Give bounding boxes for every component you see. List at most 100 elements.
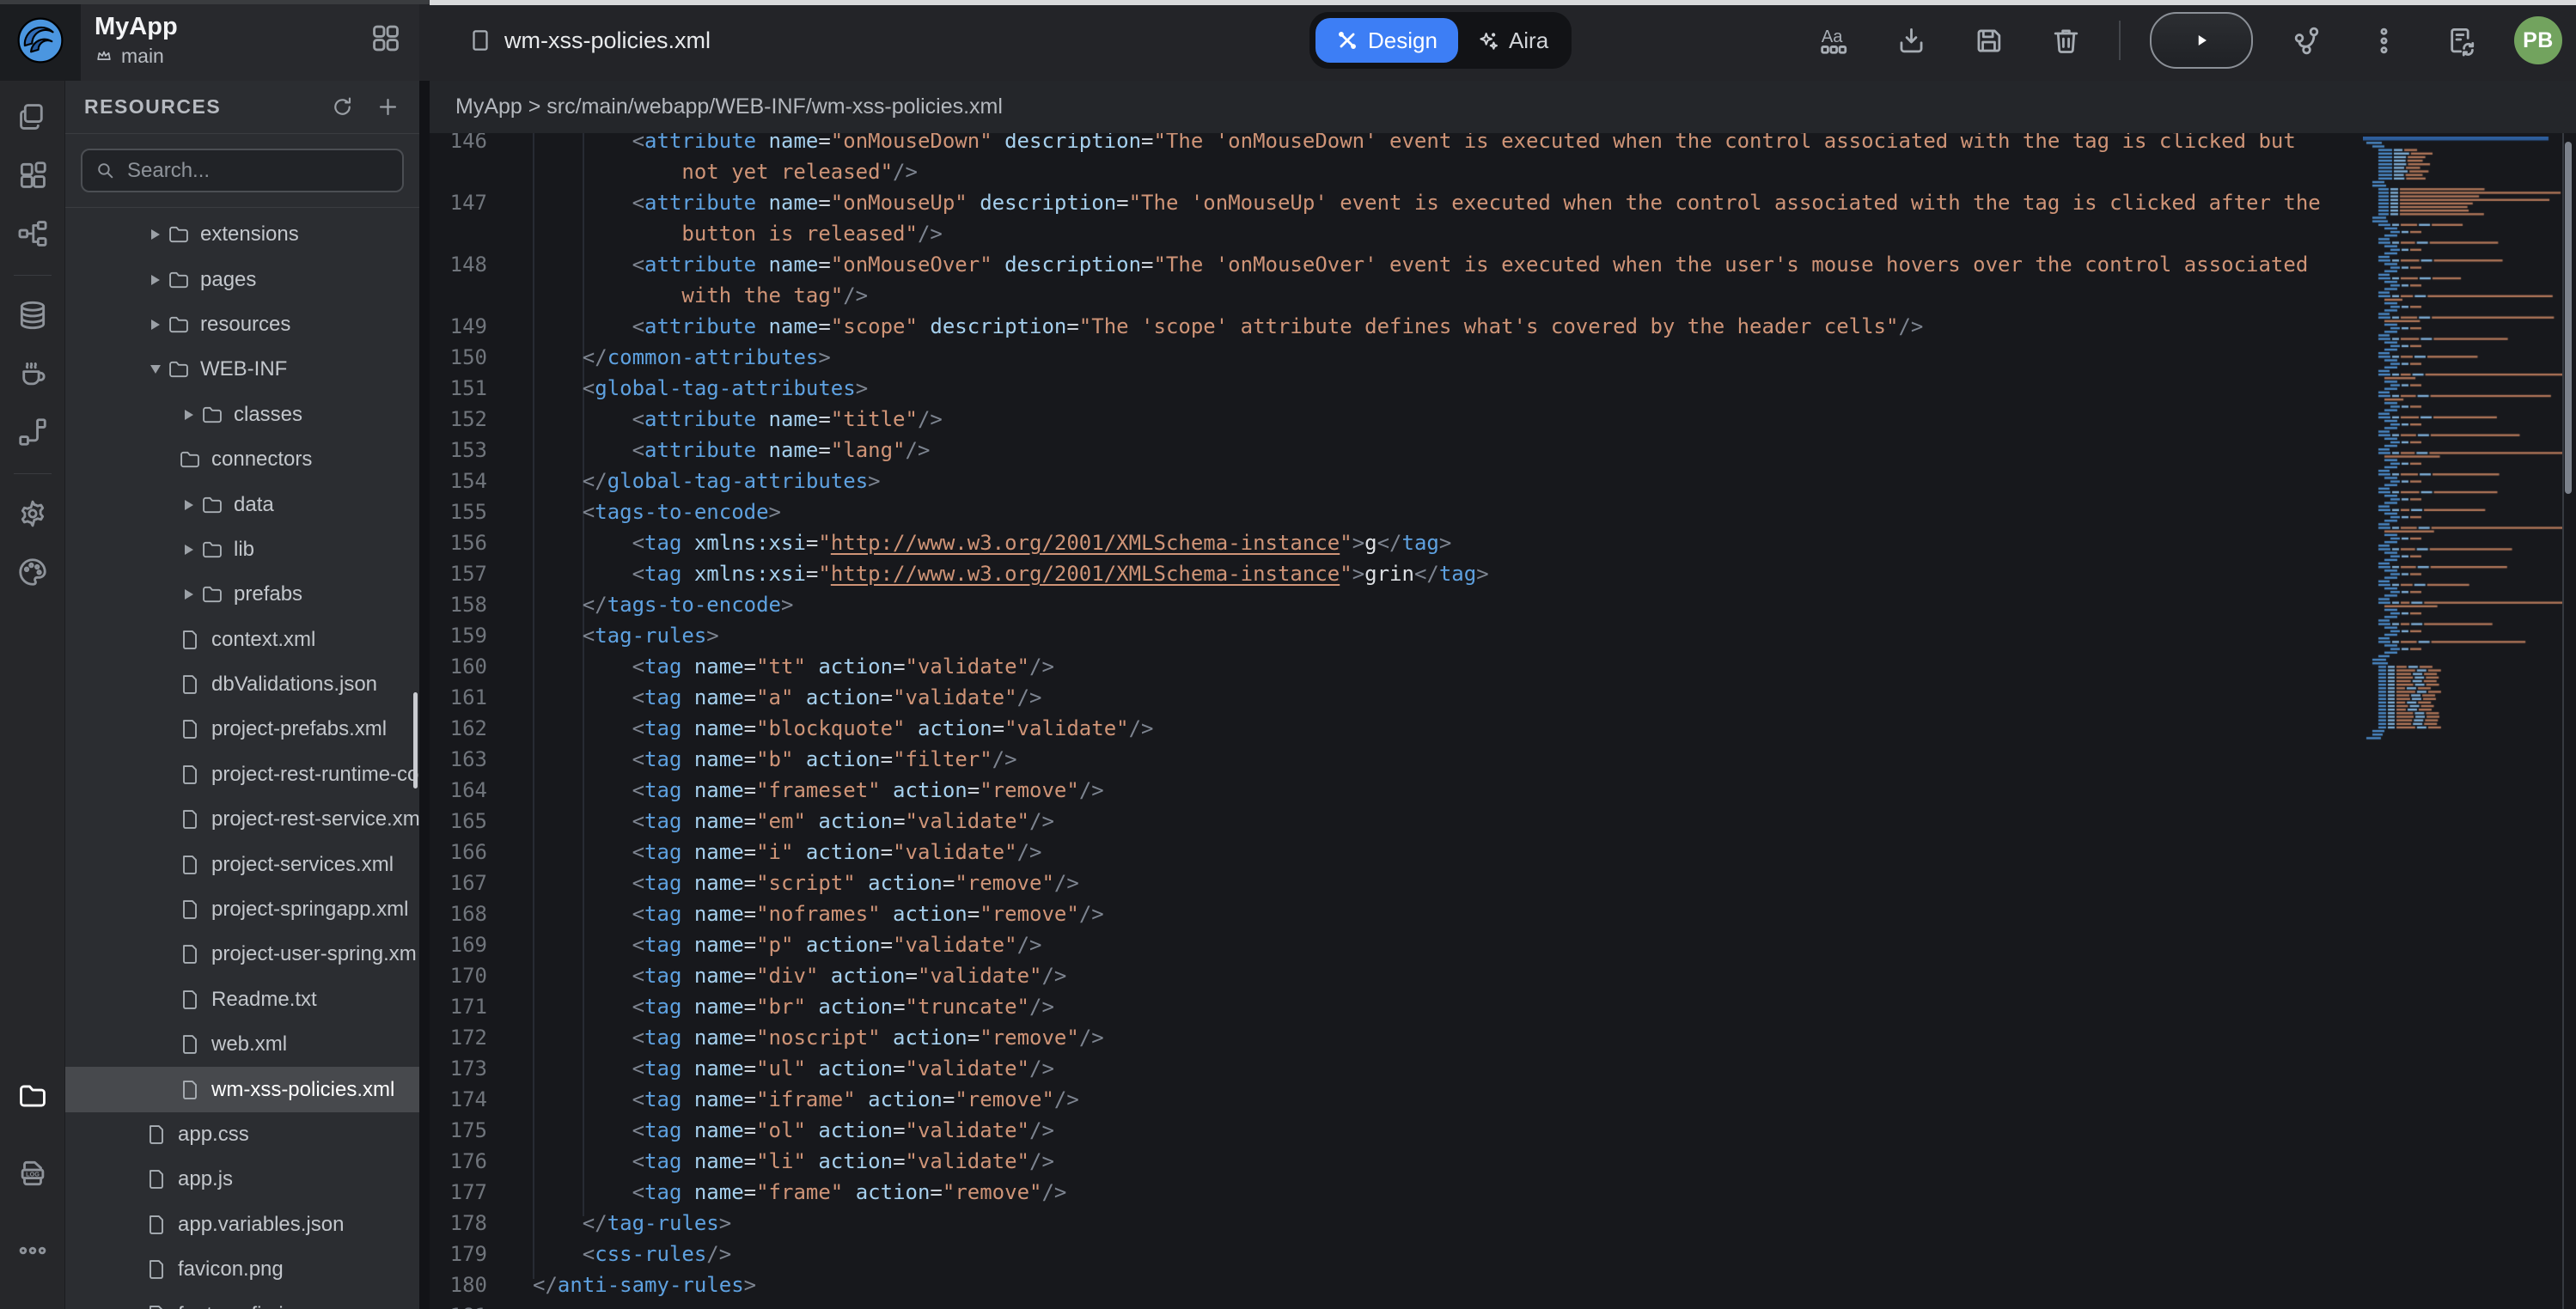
topbar-actions: Aa PB bbox=[1810, 0, 2576, 81]
tree-file-project-rest-service.xm[interactable]: project-rest-service.xm bbox=[65, 797, 419, 842]
search-box[interactable] bbox=[81, 149, 404, 192]
window-top-edge bbox=[430, 0, 2576, 5]
tree-file-favicon.png[interactable]: favicon.png bbox=[65, 1247, 419, 1292]
chevron-right-icon[interactable] bbox=[178, 410, 200, 420]
folder-icon bbox=[200, 582, 224, 606]
mode-toggle: Design Aira bbox=[1309, 12, 1572, 69]
chevron-right-icon[interactable] bbox=[144, 229, 167, 240]
tree-file-dbValidations.json[interactable]: dbValidations.json bbox=[65, 662, 419, 707]
design-button[interactable]: Design bbox=[1315, 18, 1458, 63]
tree-file-wm-xss-policies.xml[interactable]: wm-xss-policies.xml bbox=[65, 1067, 419, 1111]
tree-file-project-user-spring.xm[interactable]: project-user-spring.xm bbox=[65, 932, 419, 977]
tree-file-project-services.xml[interactable]: project-services.xml bbox=[65, 842, 419, 886]
download-icon[interactable] bbox=[1887, 16, 1935, 64]
file-icon bbox=[178, 1032, 202, 1056]
rail-connectors-icon[interactable] bbox=[14, 413, 52, 451]
aira-label: Aira bbox=[1509, 27, 1548, 54]
svg-text:LOG: LOG bbox=[26, 1170, 40, 1178]
rail-more-icon[interactable] bbox=[14, 1232, 52, 1269]
code-line-168: 168 <tag name="noframes" action="remove"… bbox=[430, 898, 2576, 929]
tree-item-label: connectors bbox=[211, 447, 312, 472]
run-button[interactable] bbox=[2150, 12, 2253, 69]
tree-item-label: favicon.png bbox=[178, 1257, 284, 1282]
tree-folder-classes[interactable]: classes bbox=[65, 393, 419, 437]
tree-file-Readme.txt[interactable]: Readme.txt bbox=[65, 977, 419, 1022]
tree-item-label: app.variables.json bbox=[178, 1213, 344, 1237]
rail-hierarchy-icon[interactable] bbox=[14, 215, 52, 253]
rail-theme-icon[interactable] bbox=[14, 553, 52, 591]
tree-file-project-prefabs.xml[interactable]: project-prefabs.xml bbox=[65, 707, 419, 752]
project-title: MyApp bbox=[95, 13, 178, 41]
crown-icon bbox=[95, 46, 113, 65]
file-tree: extensions pages resourcesWEB-INFclasses co… bbox=[65, 208, 419, 1309]
rail-java-services-icon[interactable] bbox=[14, 355, 52, 393]
rail-settings-icon[interactable] bbox=[14, 495, 52, 533]
code-line-165: 165 <tag name="em" action="validate"/> bbox=[430, 806, 2576, 837]
text-style-icon[interactable]: Aa bbox=[1810, 16, 1858, 64]
chevron-down-icon[interactable] bbox=[144, 365, 167, 374]
code-line-176: 176 <tag name="li" action="validate"/> bbox=[430, 1146, 2576, 1177]
file-icon bbox=[144, 1167, 168, 1191]
tree-file-context.xml[interactable]: context.xml bbox=[65, 618, 419, 662]
tree-item-label: pages bbox=[200, 268, 256, 292]
tree-file-app.variables.json[interactable]: app.variables.json bbox=[65, 1202, 419, 1247]
code-line-149: 149 <attribute name="scope" description=… bbox=[430, 311, 2576, 342]
rail-file-explorer-icon[interactable] bbox=[14, 1077, 52, 1115]
code-line-wrap: not yet released"/> bbox=[430, 156, 2576, 187]
code-line-164: 164 <tag name="frameset" action="remove"… bbox=[430, 775, 2576, 806]
rail-database-icon[interactable] bbox=[14, 296, 52, 334]
code-line-wrap: with the tag"/> bbox=[430, 280, 2576, 311]
tree-folder-pages[interactable]: pages bbox=[65, 257, 419, 301]
resources-panel: RESOURCES extensions pages resourcesWEB-IN… bbox=[65, 81, 419, 1309]
breadcrumb[interactable]: MyApp > src/main/webapp/WEB-INF/wm-xss-p… bbox=[430, 81, 2576, 133]
tree-folder-prefabs[interactable]: prefabs bbox=[65, 572, 419, 617]
refresh-icon[interactable] bbox=[330, 94, 355, 119]
app-logo[interactable] bbox=[0, 0, 81, 81]
more-menu-icon[interactable] bbox=[2359, 16, 2408, 64]
tree-folder-extensions[interactable]: extensions bbox=[65, 212, 419, 257]
add-resource-icon[interactable] bbox=[375, 94, 400, 119]
tree-file-app.js[interactable]: app.js bbox=[65, 1157, 419, 1202]
chevron-right-icon[interactable] bbox=[144, 275, 167, 285]
project-title-block: MyApp main bbox=[95, 13, 178, 67]
tree-folder-connectors[interactable]: connectors bbox=[65, 437, 419, 482]
tree-item-label: lib bbox=[234, 538, 254, 562]
code-line-181: 181 bbox=[430, 1300, 2576, 1309]
rail-pages-icon[interactable] bbox=[14, 98, 52, 136]
tree-folder-resources[interactable]: resources bbox=[65, 302, 419, 347]
rail-widgets-icon[interactable] bbox=[14, 156, 52, 194]
file-sync-icon[interactable] bbox=[2437, 16, 2485, 64]
app-switcher-icon[interactable] bbox=[369, 22, 402, 59]
tree-folder-data[interactable]: data bbox=[65, 482, 419, 527]
save-icon[interactable] bbox=[1964, 16, 2012, 64]
tree-item-label: project-rest-runtime-co bbox=[211, 763, 418, 787]
panel-resize-gutter[interactable] bbox=[419, 81, 430, 1309]
delete-icon[interactable] bbox=[2042, 16, 2090, 64]
editor-scrollbar-thumb[interactable] bbox=[2565, 142, 2572, 494]
tree-folder-WEB-INF[interactable]: WEB-INF bbox=[65, 347, 419, 392]
user-avatar[interactable]: PB bbox=[2514, 16, 2562, 64]
tree-file-app.css[interactable]: app.css bbox=[65, 1112, 419, 1157]
code-line-169: 169 <tag name="p" action="validate"/> bbox=[430, 929, 2576, 960]
code-line-178: 178 </tag-rules> bbox=[430, 1208, 2576, 1239]
chevron-right-icon[interactable] bbox=[178, 545, 200, 555]
branch-graph-icon[interactable] bbox=[2282, 16, 2330, 64]
search-input[interactable] bbox=[125, 158, 390, 184]
tree-file-project-rest-runtime-co[interactable]: project-rest-runtime-co bbox=[65, 752, 419, 797]
chevron-right-icon[interactable] bbox=[144, 320, 167, 330]
tree-item-label: web.xml bbox=[211, 1032, 287, 1056]
tree-file-web.xml[interactable]: web.xml bbox=[65, 1022, 419, 1067]
file-tab[interactable]: wm-xss-policies.xml bbox=[467, 27, 711, 54]
tree-scrollbar-thumb[interactable] bbox=[413, 692, 418, 788]
code-line-155: 155 <tags-to-encode> bbox=[430, 496, 2576, 527]
resources-header: RESOURCES bbox=[65, 81, 419, 134]
tree-file-font.config.js[interactable]: font.config.js bbox=[65, 1292, 419, 1309]
rail-logs-icon[interactable]: LOG bbox=[14, 1154, 52, 1192]
tree-file-project-springapp.xml[interactable]: project-springapp.xml bbox=[65, 887, 419, 932]
chevron-right-icon[interactable] bbox=[178, 500, 200, 510]
code-editor[interactable]: 146 <attribute name="onMouseDown" descri… bbox=[430, 133, 2576, 1309]
minimap[interactable] bbox=[2363, 137, 2562, 789]
aira-button[interactable]: Aira bbox=[1460, 18, 1566, 63]
chevron-right-icon[interactable] bbox=[178, 589, 200, 600]
tree-folder-lib[interactable]: lib bbox=[65, 527, 419, 572]
